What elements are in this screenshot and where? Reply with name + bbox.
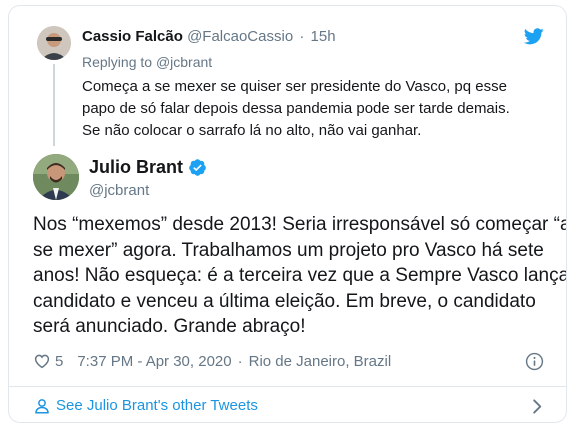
replying-to-prefix: Replying to [82,54,153,70]
tweet-timestamp[interactable]: 7:37 PM - Apr 30, 2020 [77,353,231,370]
like-count[interactable]: 5 [55,353,63,370]
info-icon[interactable] [525,352,544,371]
see-other-tweets-link[interactable]: See Julio Brant's other Tweets [9,387,566,422]
author-avatar[interactable] [33,154,79,200]
see-other-tweets-label[interactable]: See Julio Brant's other Tweets [56,397,258,414]
verified-badge-icon [189,159,206,176]
thread-connector-line [53,64,55,146]
tweet-text-line: Nos “mexemos” desde 2013! Seria irrespon… [33,214,567,235]
tweet-text-line: será anunciado. Grande abraço! [33,316,306,337]
replying-to-mention[interactable]: @jcbrant [156,54,212,70]
tweet-text-line: candidato e venceu a última eleição. Em … [33,290,536,312]
replying-to-line: Replying to @jcbrant [82,54,212,70]
header-separator: · [299,28,305,45]
tweet-text-line: se mexer” agora. Trabalhamos um projeto … [33,239,544,261]
twitter-bird-icon[interactable] [524,28,544,45]
tweet-text-line: anos! Não esqueça: é a terceira vez que … [33,265,567,286]
parent-author-name[interactable]: Cassio Falcão [82,28,183,45]
heart-icon[interactable] [33,352,51,370]
person-icon [35,399,49,414]
parent-tweet[interactable]: Cassio Falcão @FalcaoCassio · 15h Replyi… [9,6,566,146]
author-handle[interactable]: @jcbrant [89,182,149,199]
author-name[interactable]: Julio Brant [89,157,183,178]
parent-tweet-header: Cassio Falcão @FalcaoCassio · 15h [82,28,336,45]
parent-text-line: Se não colocar o sarrafo lá no alto, não… [82,122,422,139]
chevron-right-icon[interactable] [532,399,542,414]
parent-text-line: papo de só falar depois dessa pandemia p… [82,100,510,117]
tweet-location[interactable]: Rio de Janeiro, Brazil [249,353,392,370]
parent-author-handle[interactable]: @FalcaoCassio [187,28,293,45]
embedded-tweet-card: Cassio Falcão @FalcaoCassio · 15h Replyi… [8,5,567,423]
parent-author-avatar[interactable] [37,26,71,60]
parent-tweet-text: Começa a se mexer se quiser ser presiden… [82,76,552,142]
meta-separator: · [237,352,243,370]
tweet-meta-row: 5 7:37 PM - Apr 30, 2020 · Rio de Janeir… [33,352,391,370]
author-name-row: Julio Brant [89,157,207,178]
parent-tweet-time[interactable]: 15h [311,28,336,45]
parent-text-line: Começa a se mexer se quiser ser presiden… [82,78,507,95]
tweet-text: Nos “mexemos” desde 2013! Seria irrespon… [33,212,567,340]
